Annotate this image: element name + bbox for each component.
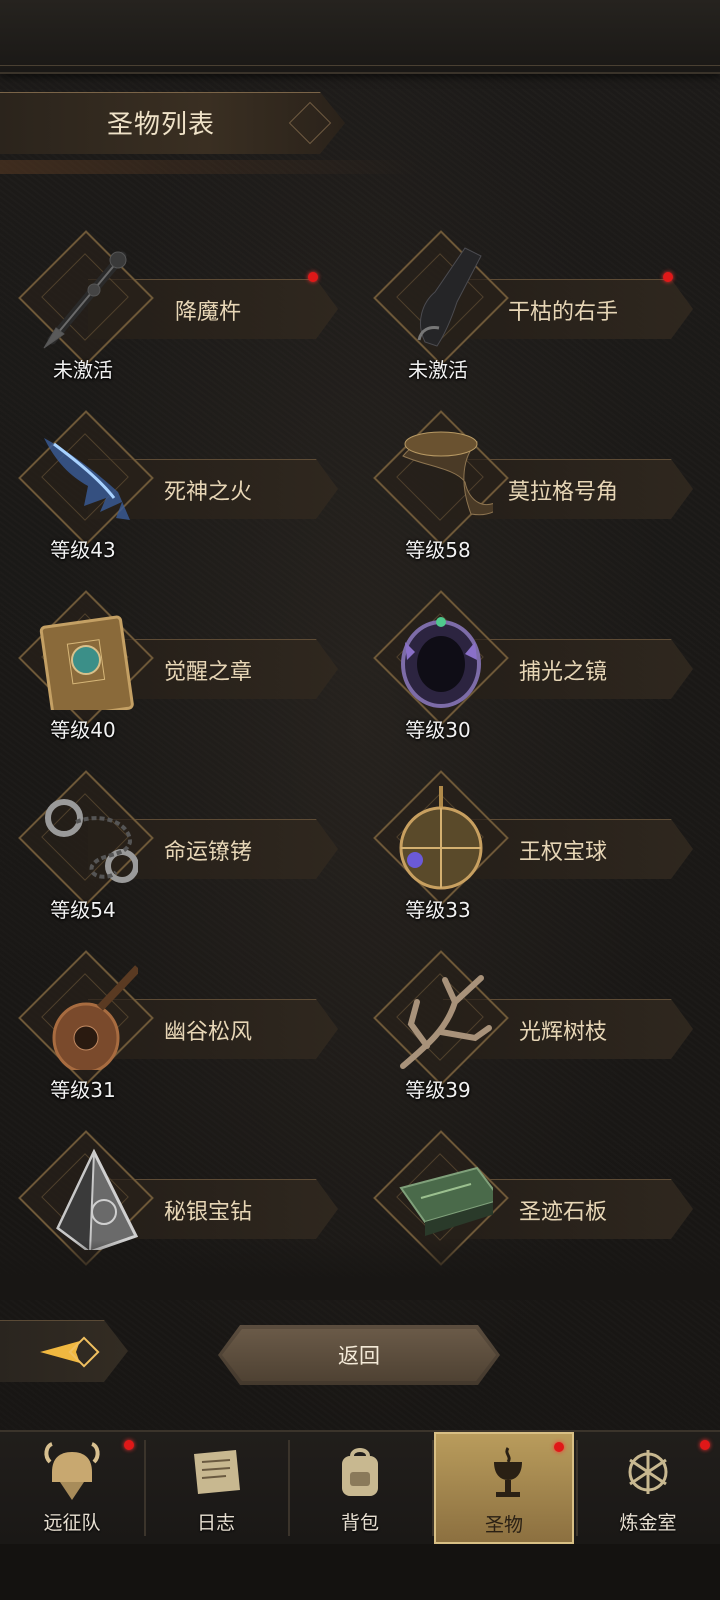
back-button-label: 返回 [338, 1344, 380, 1368]
alert-dot [663, 272, 673, 282]
relic-status: 未激活 [53, 358, 113, 382]
relic-card[interactable]: 等级33 王权宝球 [363, 770, 703, 928]
page-title: 圣物列表 [107, 110, 216, 140]
relic-name: 圣迹石板 [518, 1200, 607, 1225]
relic-card[interactable]: 等级31 幽谷松风 [8, 950, 348, 1108]
relic-name: 王权宝球 [518, 840, 607, 865]
nav-label: 远征队 [43, 1512, 101, 1534]
relic-card[interactable]: 等级43 死神之火 [8, 410, 348, 568]
nav-tab-alchemy[interactable]: 炼金室 [576, 1432, 720, 1544]
back-button[interactable]: 返回 [218, 1325, 500, 1385]
chalice-icon [494, 1447, 522, 1497]
relic-name: 光辉树枝 [518, 1020, 607, 1045]
relic-card[interactable]: 未激活 降魔杵 [8, 230, 348, 388]
alert-dot [554, 1442, 564, 1452]
relic-name: 降魔杵 [174, 300, 241, 325]
relic-name: 秘银宝钻 [163, 1200, 252, 1225]
alert-dot [700, 1440, 710, 1450]
bottom-nav: 远征队 日志 背包 圣物 炼金室 [0, 1430, 720, 1546]
bottom-strip [0, 1544, 720, 1600]
backpack-icon [342, 1448, 378, 1496]
nav-label: 圣物 [484, 1514, 523, 1536]
nav-tab-backpack[interactable]: 背包 [288, 1432, 432, 1544]
relic-card[interactable]: 等级40 觉醒之章 [8, 590, 348, 748]
relic-name: 死神之火 [163, 480, 252, 505]
relic-name: 莫拉格号角 [507, 480, 618, 505]
relic-status: 等级54 [50, 898, 116, 922]
alert-dot [308, 272, 318, 282]
nav-label: 炼金室 [619, 1512, 677, 1534]
relic-status: 等级33 [405, 898, 471, 922]
relic-card[interactable]: 等级39 光辉树枝 [363, 950, 703, 1108]
title-underline [0, 160, 420, 174]
nav-label: 日志 [196, 1512, 235, 1534]
relic-card[interactable]: 等级58 莫拉格号角 [363, 410, 703, 568]
relic-status: 等级39 [405, 1078, 471, 1102]
relic-card[interactable]: 未激活 干枯的右手 [363, 230, 703, 388]
relic-status: 未激活 [408, 358, 468, 382]
relic-name: 命运镣铐 [163, 840, 252, 865]
arrow-icon [40, 1336, 100, 1368]
nav-label: 背包 [340, 1512, 379, 1534]
nav-tab-expedition[interactable]: 远征队 [0, 1432, 144, 1544]
relic-name: 干枯的右手 [507, 300, 618, 325]
relic-name: 觉醒之章 [163, 660, 252, 685]
relic-status: 等级40 [50, 718, 116, 742]
alchemy-icon [628, 1450, 668, 1494]
relic-name: 捕光之镜 [518, 660, 607, 685]
alert-dot [124, 1440, 134, 1450]
relic-card[interactable]: 等级30 捕光之镜 [363, 590, 703, 748]
nav-tab-relics[interactable]: 圣物 [434, 1432, 574, 1544]
list-fade [0, 1240, 720, 1300]
viking-helmet-icon [44, 1442, 100, 1500]
relic-status: 等级31 [50, 1078, 116, 1102]
nav-tab-journal[interactable]: 日志 [144, 1432, 288, 1544]
relic-status: 等级43 [50, 538, 116, 562]
relic-status: 等级58 [405, 538, 471, 562]
top-frame [0, 0, 720, 74]
scroll-icon [194, 1450, 240, 1494]
relic-name: 幽谷松风 [163, 1020, 252, 1045]
arrow-button[interactable] [0, 1320, 128, 1382]
relic-card[interactable]: 等级54 命运镣铐 [8, 770, 348, 928]
relic-status: 等级30 [405, 718, 471, 742]
